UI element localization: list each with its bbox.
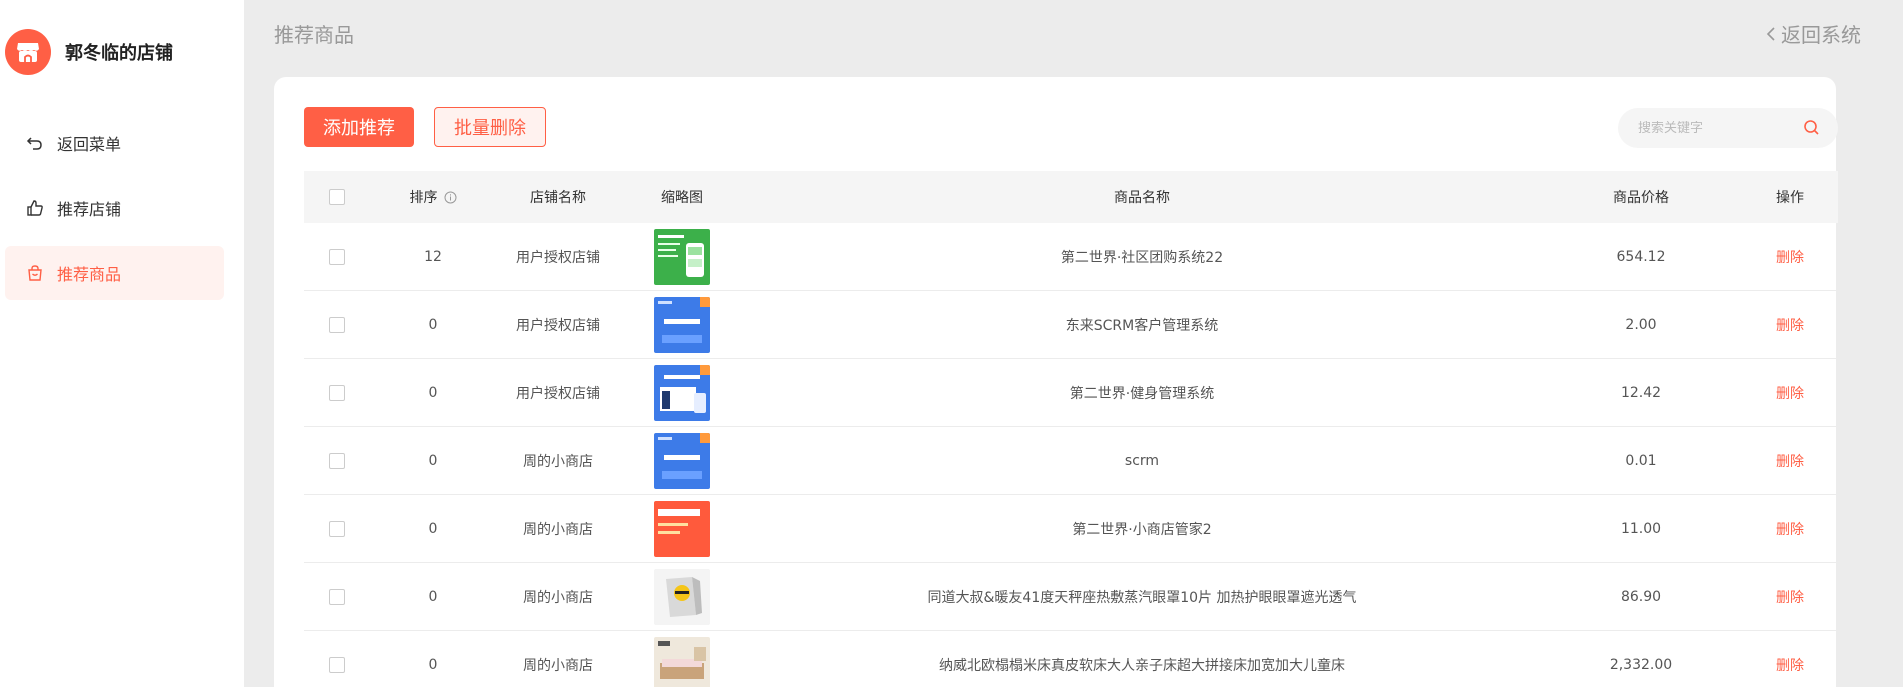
back-to-system-label: 返回系统 xyxy=(1781,23,1861,47)
delete-link[interactable]: 删除 xyxy=(1776,315,1804,335)
row-shop: 周的小商店 xyxy=(523,657,593,674)
col-sort: 排序 xyxy=(370,171,496,223)
delete-link[interactable]: 删除 xyxy=(1776,519,1804,539)
row-product-name: 第二世界·社区团购系统22 xyxy=(1060,249,1224,266)
store-name: 郭冬临的店铺 xyxy=(65,43,173,64)
table-row: 0 周的小商店 scrm 0.01 删除 xyxy=(304,427,1838,495)
table-row: 0 周的小商店 纳威北欧榻榻米床真皮软床大人亲子床超大拼接床加宽加大儿童床 2,… xyxy=(304,631,1838,687)
row-price: 86.90 xyxy=(1620,588,1662,605)
product-thumbnail[interactable] xyxy=(654,228,710,285)
row-product-name: 纳威北欧榻榻米床真皮软床大人亲子床超大拼接床加宽加大儿童床 xyxy=(939,657,1345,674)
search-input[interactable] xyxy=(1638,120,1798,136)
row-product-name: scrm xyxy=(1124,452,1160,469)
row-shop: 周的小商店 xyxy=(523,589,593,606)
row-sort: 0 xyxy=(428,452,438,469)
row-price: 11.00 xyxy=(1620,520,1662,537)
row-product-name: 同道大叔&暖友41度天秤座热敷蒸汽眼罩10片 加热护眼眼罩遮光透气 xyxy=(927,589,1357,606)
table-row: 0 用户授权店铺 东来SCRM客户管理系统 2.00 删除 xyxy=(304,291,1838,359)
col-thumb: 缩略图 xyxy=(661,190,703,206)
add-recommend-button[interactable]: 添加推荐 xyxy=(304,107,414,147)
row-product-name: 东来SCRM客户管理系统 xyxy=(1065,317,1219,334)
row-sort: 12 xyxy=(424,248,442,265)
row-product-name: 第二世界·健身管理系统 xyxy=(1069,385,1215,402)
row-price: 2,332.00 xyxy=(1609,656,1673,673)
row-sort: 0 xyxy=(428,316,438,333)
table-row: 0 周的小商店 同道大叔&暖友41度天秤座热敷蒸汽眼罩10片 加热护眼眼罩遮光透… xyxy=(304,563,1838,631)
table-header: 排序 店铺名称 缩略图 商品名称 商品价格 操作 xyxy=(304,171,1838,223)
col-name: 商品名称 xyxy=(1114,190,1170,206)
sidebar-menu: 返回菜单 推荐店铺 推荐商品 xyxy=(5,116,224,311)
row-price: 654.12 xyxy=(1616,248,1666,265)
search-box xyxy=(1618,108,1838,148)
row-shop: 周的小商店 xyxy=(523,453,593,470)
row-checkbox[interactable] xyxy=(329,248,345,265)
product-thumbnail[interactable] xyxy=(654,364,710,421)
row-checkbox[interactable] xyxy=(329,384,345,401)
search-icon[interactable] xyxy=(1803,119,1820,140)
delete-link[interactable]: 删除 xyxy=(1776,587,1804,607)
row-price: 2.00 xyxy=(1625,316,1657,333)
thumbs-up-icon xyxy=(25,198,45,218)
sidebar-item-label: 推荐店铺 xyxy=(57,200,122,219)
sidebar-item-recommend-shops[interactable]: 推荐店铺 xyxy=(5,181,224,235)
sidebar-item-recommend-goods[interactable]: 推荐商品 xyxy=(5,246,224,300)
row-checkbox[interactable] xyxy=(329,316,345,333)
row-shop: 用户授权店铺 xyxy=(516,249,600,266)
page-title: 推荐商品 xyxy=(274,23,354,47)
row-checkbox[interactable] xyxy=(329,656,345,673)
sidebar-item-label: 推荐商品 xyxy=(57,265,122,284)
row-price: 0.01 xyxy=(1625,452,1657,469)
row-sort: 0 xyxy=(428,656,438,673)
store-logo-icon xyxy=(5,29,51,75)
select-all-checkbox[interactable] xyxy=(329,189,345,205)
row-checkbox[interactable] xyxy=(329,588,345,605)
brand: 郭冬临的店铺 xyxy=(5,28,173,76)
row-sort: 0 xyxy=(428,588,438,605)
col-op: 操作 xyxy=(1776,190,1804,206)
shopping-bag-icon xyxy=(25,263,45,283)
chevron-left-icon xyxy=(1765,26,1777,42)
delete-link[interactable]: 删除 xyxy=(1776,451,1804,471)
product-thumbnail[interactable] xyxy=(654,500,710,557)
row-checkbox[interactable] xyxy=(329,452,345,469)
row-sort: 0 xyxy=(428,520,438,537)
table-row: 0 周的小商店 第二世界·小商店管家2 11.00 删除 xyxy=(304,495,1838,563)
col-shop: 店铺名称 xyxy=(530,190,586,206)
product-thumbnail[interactable] xyxy=(654,568,710,625)
sidebar-item-back-menu[interactable]: 返回菜单 xyxy=(5,116,224,170)
row-product-name: 第二世界·小商店管家2 xyxy=(1072,521,1212,538)
back-to-system-link[interactable]: 返回系统 xyxy=(1765,19,1861,48)
goods-table: 排序 店铺名称 缩略图 商品名称 商品价格 操作 12 用户授权店铺 第二世界·… xyxy=(304,171,1838,687)
batch-delete-button[interactable]: 批量删除 xyxy=(434,107,546,147)
row-shop: 用户授权店铺 xyxy=(516,385,600,402)
delete-link[interactable]: 删除 xyxy=(1776,247,1804,267)
table-row: 0 用户授权店铺 第二世界·健身管理系统 12.42 删除 xyxy=(304,359,1838,427)
col-price: 商品价格 xyxy=(1613,190,1669,206)
row-sort: 0 xyxy=(428,384,438,401)
sidebar: 郭冬临的店铺 返回菜单 推荐店铺 推荐商品 xyxy=(0,0,244,687)
product-thumbnail[interactable] xyxy=(654,636,710,687)
content-card: 添加推荐 批量删除 排序 店铺名称 缩略图 商品名称 商品价格 操作 12 xyxy=(274,77,1838,687)
delete-link[interactable]: 删除 xyxy=(1776,655,1804,675)
sidebar-item-label: 返回菜单 xyxy=(57,135,122,154)
product-thumbnail[interactable] xyxy=(654,296,710,353)
delete-link[interactable]: 删除 xyxy=(1776,383,1804,403)
table-row: 12 用户授权店铺 第二世界·社区团购系统22 654.12 删除 xyxy=(304,223,1838,291)
row-checkbox[interactable] xyxy=(329,520,345,537)
row-shop: 周的小商店 xyxy=(523,521,593,538)
row-shop: 用户授权店铺 xyxy=(516,317,600,334)
row-price: 12.42 xyxy=(1620,384,1662,401)
info-icon[interactable] xyxy=(444,191,457,204)
undo-icon xyxy=(25,133,45,153)
product-thumbnail[interactable] xyxy=(654,432,710,489)
